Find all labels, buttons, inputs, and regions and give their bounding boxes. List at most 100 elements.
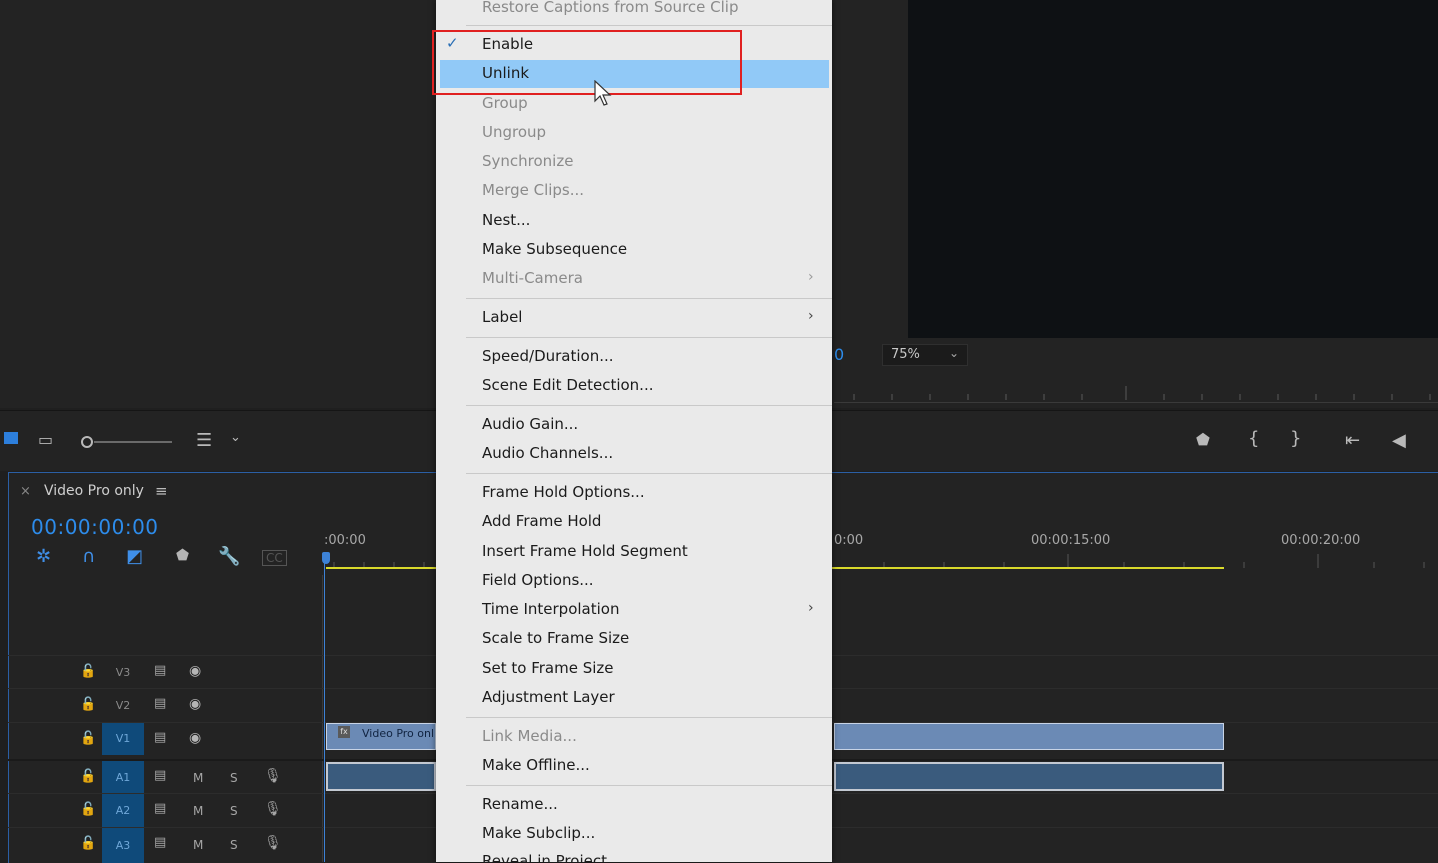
sync-lock-icon[interactable]: ▤: [154, 768, 166, 783]
sync-lock-icon[interactable]: ▤: [154, 663, 166, 678]
menu-item-set-to-frame-size[interactable]: Set to Frame Size: [482, 659, 614, 677]
menu-item-speed-duration[interactable]: Speed/Duration...: [482, 347, 614, 365]
program-monitor-video: [908, 0, 1438, 338]
audio-clip[interactable]: [326, 762, 436, 791]
menu-item-group[interactable]: Group: [482, 94, 528, 112]
menu-item-reveal-in-project[interactable]: Reveal in Project: [482, 852, 607, 862]
menu-item-audio-channels[interactable]: Audio Channels...: [482, 444, 613, 462]
context-menu: ✓ Restore Captions from Source Clip Enab…: [436, 0, 832, 862]
sync-lock-icon[interactable]: ▤: [154, 730, 166, 745]
track-label[interactable]: V1: [102, 723, 144, 755]
add-marker-icon[interactable]: ⬟: [1196, 430, 1210, 449]
ruler-label: 00:00:20:00: [1281, 533, 1361, 548]
eye-icon[interactable]: ◉: [189, 696, 201, 712]
menu-item-frame-hold-options[interactable]: Frame Hold Options...: [482, 483, 645, 501]
solo-toggle[interactable]: S: [230, 804, 238, 818]
menu-separator: [466, 717, 832, 718]
menu-item-add-frame-hold[interactable]: Add Frame Hold: [482, 512, 601, 530]
lock-icon[interactable]: 🔓: [80, 697, 96, 712]
ruler-label: :00:00: [324, 533, 366, 548]
menu-separator: [466, 298, 832, 299]
chevron-right-icon: ›: [808, 600, 814, 616]
track-label[interactable]: A3: [102, 828, 144, 863]
lock-icon[interactable]: 🔓: [80, 802, 96, 817]
wrench-icon[interactable]: 🔧: [218, 546, 240, 567]
menu-item-label[interactable]: Label: [482, 308, 522, 326]
menu-item-insert-frame-hold-segment[interactable]: Insert Frame Hold Segment: [482, 542, 688, 560]
clip-name: Video Pro onl: [362, 727, 435, 740]
eye-icon[interactable]: ◉: [189, 663, 201, 679]
lock-icon[interactable]: 🔓: [80, 664, 96, 679]
mute-toggle[interactable]: M: [193, 771, 203, 785]
menu-item-audio-gain[interactable]: Audio Gain...: [482, 415, 578, 433]
lock-icon[interactable]: 🔓: [80, 731, 96, 746]
sequence-tab-title[interactable]: Video Pro only: [44, 483, 144, 499]
chevron-right-icon: ›: [808, 308, 814, 324]
timeline-timecode[interactable]: 00:00:00:00: [31, 515, 159, 539]
playhead-line[interactable]: [324, 560, 325, 862]
menu-item-nest[interactable]: Nest...: [482, 211, 530, 229]
menu-item-scene-edit-detection[interactable]: Scene Edit Detection...: [482, 376, 654, 394]
menu-separator: [466, 337, 832, 338]
program-timecode[interactable]: 0: [834, 345, 844, 364]
panel-square-icon[interactable]: [4, 432, 18, 444]
hamburger-menu-icon[interactable]: ≡: [155, 482, 168, 500]
track-label[interactable]: A1: [102, 761, 144, 794]
lock-icon[interactable]: 🔓: [80, 769, 96, 784]
ruler-label: 00:00:15:00: [1031, 533, 1111, 548]
sync-lock-icon[interactable]: ▤: [154, 696, 166, 711]
linked-selection-icon[interactable]: ◩: [126, 546, 143, 567]
eye-icon[interactable]: ◉: [189, 730, 201, 746]
zoom-level-select[interactable]: 75% ⌄: [882, 344, 968, 366]
step-back-icon[interactable]: ◀: [1392, 430, 1406, 451]
close-icon[interactable]: ×: [20, 484, 31, 499]
chevron-down-icon[interactable]: ⌄: [230, 430, 241, 445]
captions-icon[interactable]: CC: [262, 550, 287, 566]
sync-lock-icon[interactable]: ▤: [154, 801, 166, 816]
playhead-handle[interactable]: [322, 552, 330, 564]
menu-item-adjustment-layer[interactable]: Adjustment Layer: [482, 688, 615, 706]
menu-separator: [466, 25, 832, 26]
menu-item-make-subclip[interactable]: Make Subclip...: [482, 824, 595, 842]
menu-item-time-interpolation[interactable]: Time Interpolation: [482, 600, 619, 618]
menu-item-make-subsequence[interactable]: Make Subsequence: [482, 240, 627, 258]
menu-item-rename[interactable]: Rename...: [482, 795, 558, 813]
go-to-in-icon[interactable]: ⇤: [1345, 430, 1360, 451]
ruler-label: 0:00: [834, 533, 864, 548]
track-label[interactable]: A2: [102, 794, 144, 827]
menu-item-scale-to-frame-size[interactable]: Scale to Frame Size: [482, 629, 629, 647]
menu-item-ungroup[interactable]: Ungroup: [482, 123, 546, 141]
stacked-frames-icon[interactable]: ▭: [38, 430, 53, 449]
menu-item-restore-captions[interactable]: Restore Captions from Source Clip: [482, 0, 738, 16]
mute-toggle[interactable]: M: [193, 838, 203, 852]
menu-item-link-media[interactable]: Link Media...: [482, 727, 577, 745]
mute-toggle[interactable]: M: [193, 804, 203, 818]
mic-icon[interactable]: 🎙: [264, 801, 282, 817]
lock-icon[interactable]: 🔓: [80, 836, 96, 851]
track-label[interactable]: V2: [102, 699, 144, 712]
menu-item-field-options[interactable]: Field Options...: [482, 571, 594, 589]
mark-out-icon[interactable]: }: [1290, 428, 1301, 449]
sync-lock-icon[interactable]: ▤: [154, 835, 166, 850]
menu-separator: [466, 473, 832, 474]
fx-badge-icon: fx: [338, 726, 350, 738]
mic-icon[interactable]: 🎙: [264, 835, 282, 851]
solo-toggle[interactable]: S: [230, 771, 238, 785]
menu-item-merge-clips[interactable]: Merge Clips...: [482, 181, 584, 199]
zoom-slider[interactable]: [80, 434, 174, 450]
nest-toggle-icon[interactable]: ✲: [36, 546, 51, 567]
solo-toggle[interactable]: S: [230, 838, 238, 852]
add-marker-icon[interactable]: ⬟: [176, 546, 189, 564]
audio-clip[interactable]: [834, 762, 1224, 791]
track-settings-icon[interactable]: ☰: [196, 430, 212, 451]
menu-item-synchronize[interactable]: Synchronize: [482, 152, 573, 170]
menu-item-multi-camera[interactable]: Multi-Camera: [482, 269, 583, 287]
menu-item-make-offline[interactable]: Make Offline...: [482, 756, 590, 774]
video-clip[interactable]: [834, 723, 1224, 750]
program-mini-ruler[interactable]: [834, 380, 1438, 403]
snap-magnet-icon[interactable]: ∩: [82, 546, 95, 567]
mark-in-icon[interactable]: {: [1248, 428, 1259, 449]
track-label[interactable]: V3: [102, 666, 144, 679]
mic-icon[interactable]: 🎙: [264, 768, 282, 784]
chevron-down-icon: ⌄: [948, 346, 959, 360]
